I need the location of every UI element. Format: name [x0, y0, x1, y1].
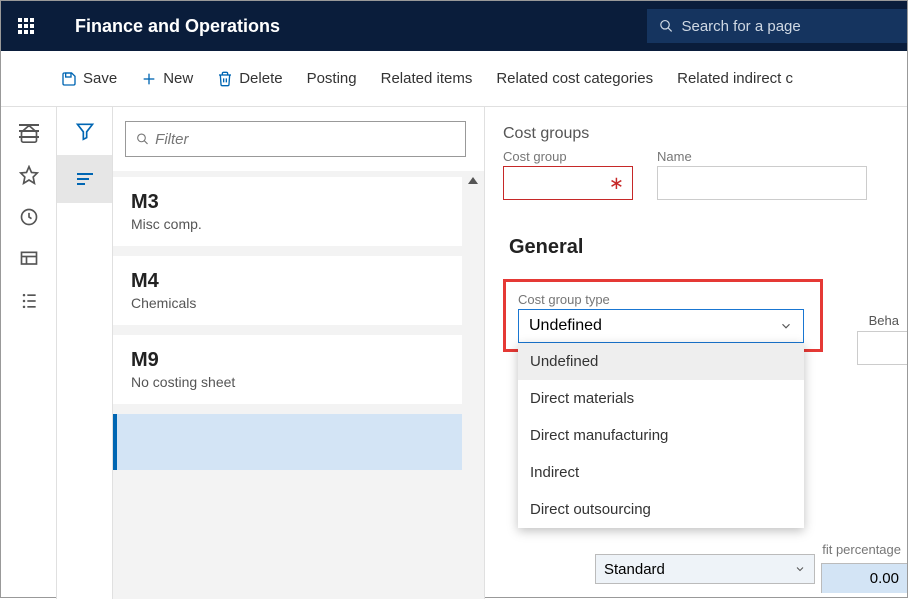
behavior-label: Beha	[869, 313, 899, 328]
top-bar: Finance and Operations	[1, 1, 907, 51]
app-title: Finance and Operations	[75, 16, 280, 37]
cost-group-field[interactable]: ∗	[503, 166, 633, 200]
name-label: Name	[657, 149, 867, 164]
delete-button[interactable]: Delete	[217, 70, 282, 87]
search-input[interactable]	[681, 18, 895, 35]
profit-setting-dropdown[interactable]: Standard	[595, 554, 815, 584]
trash-icon	[217, 71, 233, 87]
filter-input[interactable]	[155, 131, 455, 148]
global-search[interactable]	[647, 9, 907, 43]
cost-group-type-label: Cost group type	[518, 292, 808, 307]
chevron-up-icon[interactable]	[467, 175, 479, 185]
cost-group-label: Cost group	[503, 149, 633, 164]
required-icon: ∗	[609, 173, 624, 194]
save-icon	[61, 71, 77, 87]
chevron-down-icon	[779, 319, 793, 333]
behavior-field[interactable]	[857, 331, 907, 365]
detail-pane: Cost groups Cost group ∗ Name General Co…	[485, 107, 907, 599]
dropdown-option[interactable]: Direct manufacturing	[518, 417, 804, 454]
workspace-icon[interactable]	[19, 249, 39, 269]
dropdown-list: Undefined Direct materials Direct manufa…	[518, 343, 804, 528]
sort-icon[interactable]	[57, 155, 112, 203]
modules-icon[interactable]	[19, 291, 39, 311]
dropdown-option[interactable]: Undefined	[518, 343, 804, 380]
app-launcher-icon[interactable]	[1, 1, 51, 51]
chevron-down-icon	[794, 563, 806, 575]
list-item-selected[interactable]	[113, 414, 462, 470]
list-pane: M3 Misc comp. M4 Chemicals M9 No costing…	[113, 107, 485, 599]
page-title: Cost groups	[503, 125, 907, 143]
cost-group-type-dropdown[interactable]: Undefined Undefined Direct materials Dir…	[518, 309, 808, 343]
save-button[interactable]: Save	[61, 70, 117, 87]
dropdown-option[interactable]: Direct materials	[518, 380, 804, 417]
posting-button[interactable]: Posting	[307, 70, 357, 87]
dropdown-option[interactable]: Direct outsourcing	[518, 491, 804, 528]
list-item[interactable]: M9 No costing sheet	[113, 335, 462, 404]
list-item[interactable]: M4 Chemicals	[113, 256, 462, 325]
dropdown-option[interactable]: Indirect	[518, 454, 804, 491]
new-button[interactable]: New	[141, 70, 193, 87]
related-indirect-button[interactable]: Related indirect c	[677, 70, 793, 87]
plus-icon	[141, 71, 157, 87]
scrollbar[interactable]	[462, 171, 484, 599]
search-icon	[136, 132, 149, 146]
search-icon	[659, 18, 673, 34]
funnel-filter-icon[interactable]	[57, 107, 112, 155]
clock-icon[interactable]	[19, 207, 39, 227]
list-toolstrip	[57, 107, 113, 599]
list-filter[interactable]	[125, 121, 466, 157]
hamburger-icon[interactable]	[1, 107, 57, 155]
star-icon[interactable]	[19, 165, 39, 185]
highlighted-region: Cost group type Undefined Undefined Dire…	[503, 279, 823, 352]
command-bar: Save New Delete Posting Related items Re…	[1, 51, 907, 107]
left-nav-rail	[1, 107, 57, 599]
list-item[interactable]: M3 Misc comp.	[113, 177, 462, 246]
related-cost-categories-button[interactable]: Related cost categories	[496, 70, 653, 87]
name-field[interactable]	[657, 166, 867, 200]
related-items-button[interactable]: Related items	[381, 70, 473, 87]
section-general: General	[509, 236, 907, 259]
